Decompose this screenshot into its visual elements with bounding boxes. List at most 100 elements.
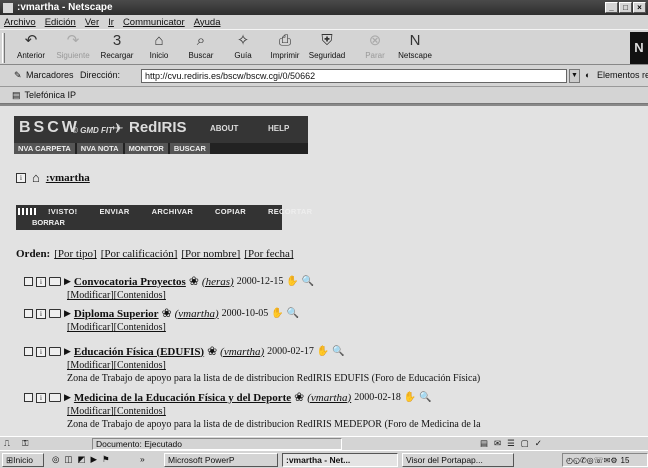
expand-arrow-icon[interactable]: ▶ bbox=[64, 276, 71, 287]
sort-by-type[interactable]: [Por tipo] bbox=[54, 248, 96, 260]
toolbar-grip[interactable] bbox=[2, 33, 5, 63]
select-all-icon[interactable] bbox=[18, 208, 20, 215]
zoom-icon[interactable]: 🔍 bbox=[287, 308, 299, 319]
sort-by-name[interactable]: [Por nombre] bbox=[181, 248, 240, 260]
more-icon[interactable]: » bbox=[140, 454, 145, 464]
folder-icon[interactable] bbox=[49, 347, 61, 356]
personal-item[interactable]: Telefónica IP bbox=[25, 90, 77, 100]
guide-button[interactable]: ✧ Guía bbox=[220, 32, 266, 60]
bookmarks-icon[interactable]: ✎ bbox=[14, 70, 22, 81]
menu-edicion[interactable]: Edición bbox=[45, 17, 76, 28]
entry-checkbox[interactable] bbox=[24, 277, 33, 286]
component-bar-icons[interactable]: ▤✉☰▢✓ bbox=[480, 438, 548, 449]
entry-checkbox[interactable] bbox=[24, 347, 33, 356]
info-icon[interactable]: i bbox=[36, 346, 46, 357]
expand-arrow-icon[interactable]: ▶ bbox=[64, 392, 71, 403]
forward-button[interactable]: ↷ Siguiente bbox=[50, 32, 96, 60]
select-none-icon[interactable] bbox=[22, 208, 24, 215]
entry-title[interactable]: Convocatoria Proyectos bbox=[74, 276, 186, 288]
contents-link[interactable]: [Contenidos] bbox=[114, 290, 166, 301]
bookmarks-button[interactable]: Marcadores bbox=[26, 70, 74, 80]
related-button[interactable]: Elementos re bbox=[597, 70, 648, 80]
task-clipboard[interactable]: Visor del Portapap... bbox=[402, 453, 514, 467]
select-toggle-icon[interactable] bbox=[26, 208, 28, 215]
entry-checkbox[interactable] bbox=[24, 309, 33, 318]
minimize-button[interactable]: _ bbox=[605, 2, 618, 13]
folder-icon[interactable] bbox=[49, 277, 61, 286]
home-icon[interactable]: ⌂ bbox=[32, 170, 40, 186]
info-icon[interactable]: i bbox=[36, 392, 46, 403]
collapse-icon[interactable] bbox=[34, 208, 36, 215]
entry-title[interactable]: Medicina de la Educación Física y del De… bbox=[74, 392, 291, 404]
sort-by-rating[interactable]: [Por calificación] bbox=[101, 248, 178, 260]
modify-link[interactable]: [Modificar] bbox=[67, 360, 114, 371]
security-button[interactable]: ⛨ Seguridad bbox=[304, 32, 350, 60]
visto-button[interactable]: !VISTO! bbox=[38, 207, 87, 216]
lock-icon[interactable]: ⚿ bbox=[22, 438, 28, 449]
print-button[interactable]: ⎙ Imprimir bbox=[262, 32, 308, 60]
folder-icon[interactable] bbox=[49, 309, 61, 318]
quicklaunch-icons[interactable]: ◎◫◩▶⚑ bbox=[52, 454, 115, 465]
close-button[interactable]: × bbox=[633, 2, 646, 13]
zoom-icon[interactable]: 🔍 bbox=[302, 276, 314, 287]
entry-title[interactable]: Diploma Superior bbox=[74, 308, 159, 320]
sort-by-date[interactable]: [Por fecha] bbox=[244, 248, 293, 260]
menu-ir[interactable]: Ir bbox=[108, 17, 114, 28]
modify-link[interactable]: [Modificar] bbox=[67, 322, 114, 333]
reload-button[interactable]: 3 Recargar bbox=[94, 32, 140, 60]
zoom-icon[interactable]: 🔍 bbox=[332, 346, 344, 357]
archivar-button[interactable]: ARCHIVAR bbox=[142, 207, 203, 216]
borrar-button[interactable]: BORRAR bbox=[16, 216, 282, 227]
contents-link[interactable]: [Contenidos] bbox=[114, 406, 166, 417]
rating-icon[interactable]: ✋ bbox=[317, 346, 329, 357]
menu-communicator[interactable]: Communicator bbox=[123, 17, 185, 28]
rating-icon[interactable]: ✋ bbox=[271, 308, 283, 319]
zoom-icon[interactable]: 🔍 bbox=[419, 392, 431, 403]
rediris-logo[interactable]: RedIRIS bbox=[129, 119, 187, 136]
start-button[interactable]: ⊞Inicio bbox=[2, 453, 44, 467]
url-field[interactable]: http://cvu.rediris.es/bscw/bscw.cgi/0/50… bbox=[141, 69, 567, 83]
enviar-button[interactable]: ENVIAR bbox=[89, 207, 139, 216]
entry-owner[interactable]: (vmartha) bbox=[307, 392, 351, 404]
about-link[interactable]: ABOUT bbox=[210, 124, 238, 133]
bscw-logo[interactable]: BSCW bbox=[19, 119, 80, 137]
info-icon[interactable]: i bbox=[36, 276, 46, 287]
menu-ayuda[interactable]: Ayuda bbox=[194, 17, 221, 28]
modify-link[interactable]: [Modificar] bbox=[67, 290, 114, 301]
back-button[interactable]: ↶ Anterior bbox=[8, 32, 54, 60]
contents-link[interactable]: [Contenidos] bbox=[114, 322, 166, 333]
monitor-button[interactable]: MONITOR bbox=[124, 143, 168, 154]
expand-arrow-icon[interactable]: ▶ bbox=[64, 308, 71, 319]
info-icon[interactable]: i bbox=[36, 308, 46, 319]
entry-owner[interactable]: (heras) bbox=[202, 276, 234, 288]
modify-link[interactable]: [Modificar] bbox=[67, 406, 114, 417]
menu-archivo[interactable]: Archivo bbox=[4, 17, 36, 28]
menu-ver[interactable]: Ver bbox=[85, 17, 99, 28]
info-icon[interactable]: i bbox=[16, 173, 26, 183]
entry-owner[interactable]: (vmartha) bbox=[175, 308, 219, 320]
task-powerpoint[interactable]: Microsoft PowerP bbox=[164, 453, 278, 467]
folder-icon[interactable] bbox=[49, 393, 61, 402]
entry-checkbox[interactable] bbox=[24, 393, 33, 402]
search-button[interactable]: BUSCAR bbox=[169, 143, 210, 154]
home-button[interactable]: ⌂ Inicio bbox=[136, 32, 182, 60]
entry-title[interactable]: Educación Física (EDUFIS) bbox=[74, 346, 204, 358]
entry-owner[interactable]: (vmartha) bbox=[220, 346, 264, 358]
rating-icon[interactable]: ✋ bbox=[404, 392, 416, 403]
breadcrumb-folder-link[interactable]: :vmartha bbox=[46, 172, 90, 184]
new-note-button[interactable]: NVA NOTA bbox=[76, 143, 123, 154]
expand-arrow-icon[interactable]: ▶ bbox=[64, 346, 71, 357]
netscape-button[interactable]: N Netscape bbox=[392, 32, 438, 60]
task-netscape[interactable]: :vmartha - Net... bbox=[282, 453, 398, 467]
help-link[interactable]: HELP bbox=[268, 124, 289, 133]
related-icon[interactable]: ◐ bbox=[585, 70, 590, 80]
search-button[interactable]: ⌕ Buscar bbox=[178, 32, 224, 60]
copiar-button[interactable]: COPIAR bbox=[205, 207, 256, 216]
expand-icon[interactable] bbox=[30, 208, 32, 215]
contents-link[interactable]: [Contenidos] bbox=[114, 360, 166, 371]
maximize-button[interactable]: □ bbox=[619, 2, 632, 13]
new-folder-button[interactable]: NVA CARPETA bbox=[14, 143, 75, 154]
rating-icon[interactable]: ✋ bbox=[286, 276, 298, 287]
tray-icons[interactable]: ◴◵✆◎☏✉⚙ bbox=[566, 456, 618, 465]
url-dropdown-icon[interactable]: ▼ bbox=[569, 69, 580, 83]
